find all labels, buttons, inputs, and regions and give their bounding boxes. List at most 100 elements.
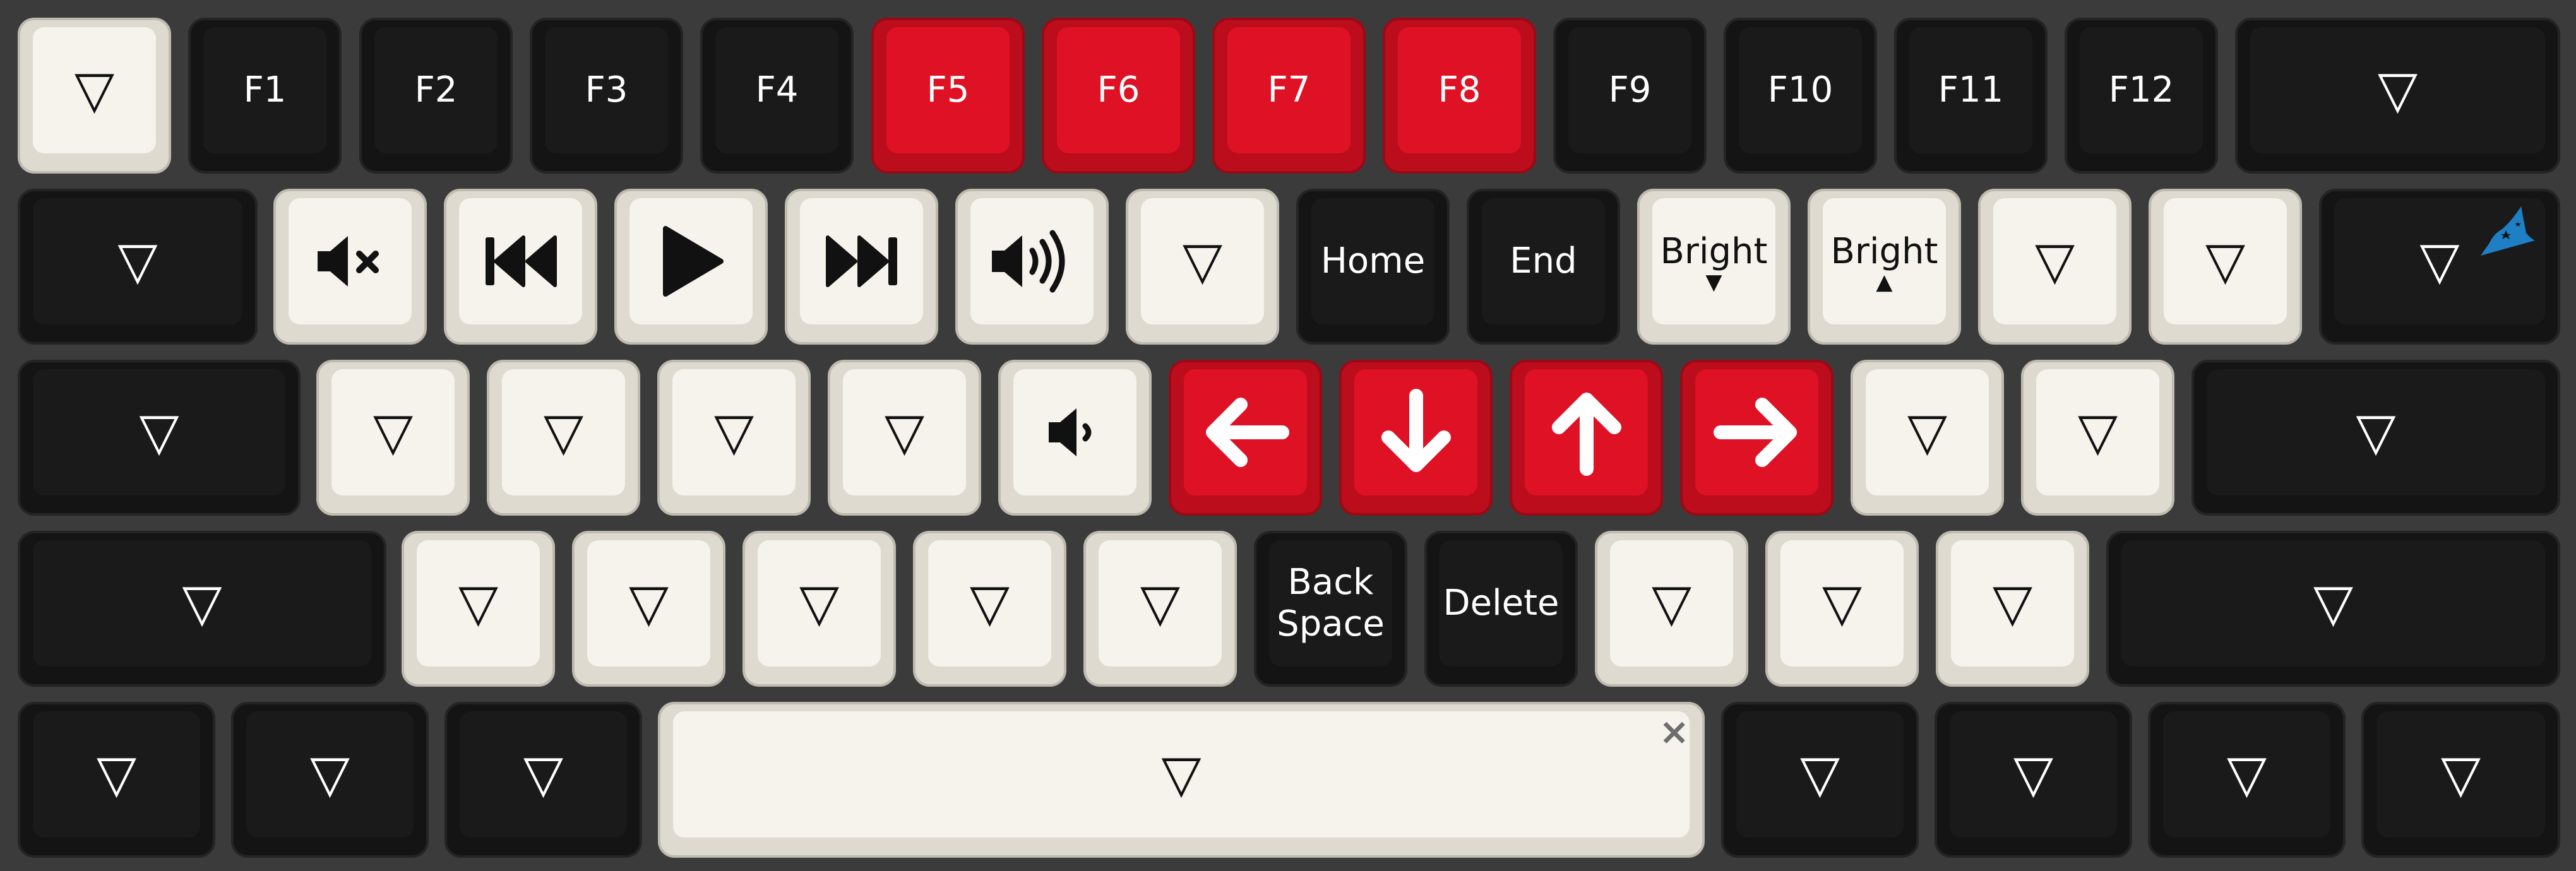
key-row2-7[interactable]: ▽ [1126,189,1279,345]
key-row2-14[interactable]: ▽ [2319,189,2560,345]
key-row4-10[interactable]: ▽ [1765,531,1919,687]
key-row4-12[interactable]: ▽ [2106,531,2560,687]
key-f8[interactable]: F8 [1383,18,1536,174]
key-row2-13[interactable]: ▽ [2149,189,2302,345]
key-f3-label: F3 [585,69,628,110]
key-f5[interactable]: F5 [871,18,1025,174]
key-f4[interactable]: F4 [700,18,854,174]
key-row5-2-label: ▽ [309,744,350,804]
key-row3-13-label: ▽ [2356,402,2396,462]
key-row2-1-label: ▽ [117,231,158,291]
key-f6[interactable]: F6 [1042,18,1195,174]
key-row5-1[interactable]: ▽ [18,702,215,858]
key-row3-2-label: ▽ [373,402,414,462]
key-row2-1[interactable]: ▽ [18,189,258,345]
key-delete-label: Delete [1443,582,1559,624]
key-row4-2[interactable]: ▽ [402,531,555,687]
key-row5-7[interactable]: ▽ [2148,702,2346,858]
key-row2-14-label: ▽ [2419,231,2460,291]
key-f9[interactable]: F9 [1553,18,1707,174]
key-row2-12[interactable]: ▽ [1978,189,2132,345]
key-f2[interactable]: F2 [359,18,513,174]
key-row3-11[interactable]: ▽ [1851,360,2004,516]
key-row3-13[interactable]: ▽ [2191,360,2560,516]
arrow-down-icon [1378,388,1454,477]
key-row4-2-label: ▽ [458,573,499,633]
key-row4-6[interactable]: ▽ [1083,531,1237,687]
brightness-up-arrow-icon: ▲ [1876,269,1893,295]
key-f10[interactable]: F10 [1724,18,1877,174]
key-row5-2[interactable]: ▽ [231,702,429,858]
key-volume-down[interactable] [998,360,1152,516]
key-f5-label: F5 [926,69,970,110]
key-prev-track[interactable] [444,189,597,345]
key-row4-9[interactable]: ▽ [1595,531,1748,687]
key-row3-2[interactable]: ▽ [316,360,470,516]
volume-up-icon [988,227,1076,296]
key-row3-1-label: ▽ [139,402,179,462]
arrow-right-icon [1713,394,1801,470]
key-delete[interactable]: Delete [1424,531,1578,687]
key-volume-up[interactable] [955,189,1109,345]
key-row3-12-label: ▽ [2077,402,2118,462]
key-space[interactable]: ▽ × [658,702,1705,858]
key-backspace-label-line2: Space [1277,603,1385,644]
key-row2-7-label: ▽ [1182,231,1223,291]
key-brightness-down[interactable]: Bright ▼ [1637,189,1791,345]
key-row4-5[interactable]: ▽ [913,531,1066,687]
key-next-track[interactable] [785,189,938,345]
key-row3-5-label: ▽ [884,402,925,462]
key-row3-4[interactable]: ▽ [657,360,811,516]
key-end[interactable]: End [1467,189,1620,345]
key-backspace[interactable]: Back Space [1254,531,1407,687]
key-end-label: End [1510,240,1577,281]
key-f1-label: F1 [243,69,287,110]
arrow-left-icon [1202,394,1290,470]
key-row5-8[interactable]: ▽ [2361,702,2560,858]
key-f7-label: F7 [1267,69,1311,110]
key-row3-5[interactable]: ▽ [828,360,981,516]
key-row3-12[interactable]: ▽ [2021,360,2174,516]
key-arrow-up[interactable] [1510,360,1663,516]
key-row1-1[interactable]: ▽ [18,18,171,174]
volume-mute-icon [313,230,388,293]
wizard-hat-logo-icon [2477,201,2541,266]
key-row4-1[interactable]: ▽ [18,531,386,687]
key-row5-5[interactable]: ▽ [1721,702,1919,858]
key-f12-label: F12 [2108,69,2174,110]
key-f4-label: F4 [755,69,799,110]
key-row3-1[interactable]: ▽ [18,360,301,516]
key-brightness-up-label: Bright [1830,230,1938,272]
key-row5-5-label: ▽ [1799,744,1840,804]
key-play[interactable] [614,189,768,345]
key-row4-11[interactable]: ▽ [1936,531,2089,687]
key-mute[interactable] [273,189,427,345]
key-f1[interactable]: F1 [188,18,342,174]
key-brightness-down-label: Bright [1660,230,1768,272]
key-f7[interactable]: F7 [1212,18,1366,174]
key-row2-12-label: ▽ [2034,231,2075,291]
key-brightness-up[interactable]: Bright ▲ [1808,189,1961,345]
arrow-up-icon [1549,388,1625,477]
key-f11-label: F11 [1938,69,2004,110]
key-f3[interactable]: F3 [530,18,683,174]
next-track-icon [823,230,901,293]
key-arrow-down[interactable] [1339,360,1493,516]
play-icon [657,223,726,299]
key-row4-9-label: ▽ [1651,573,1692,633]
key-row4-11-label: ▽ [1992,573,2033,633]
key-row1-14[interactable]: ▽ [2235,18,2560,174]
key-arrow-left[interactable] [1169,360,1322,516]
key-row4-10-label: ▽ [1822,573,1863,633]
key-f12[interactable]: F12 [2065,18,2218,174]
key-arrow-right[interactable] [1680,360,1834,516]
key-row4-3[interactable]: ▽ [572,531,725,687]
key-row5-7-label: ▽ [2226,744,2267,804]
key-row5-3[interactable]: ▽ [444,702,642,858]
key-row3-4-label: ▽ [713,402,754,462]
key-row3-3[interactable]: ▽ [487,360,640,516]
key-f11[interactable]: F11 [1894,18,2048,174]
key-home[interactable]: Home [1296,189,1450,345]
key-row5-6[interactable]: ▽ [1935,702,2132,858]
key-row4-4[interactable]: ▽ [742,531,896,687]
